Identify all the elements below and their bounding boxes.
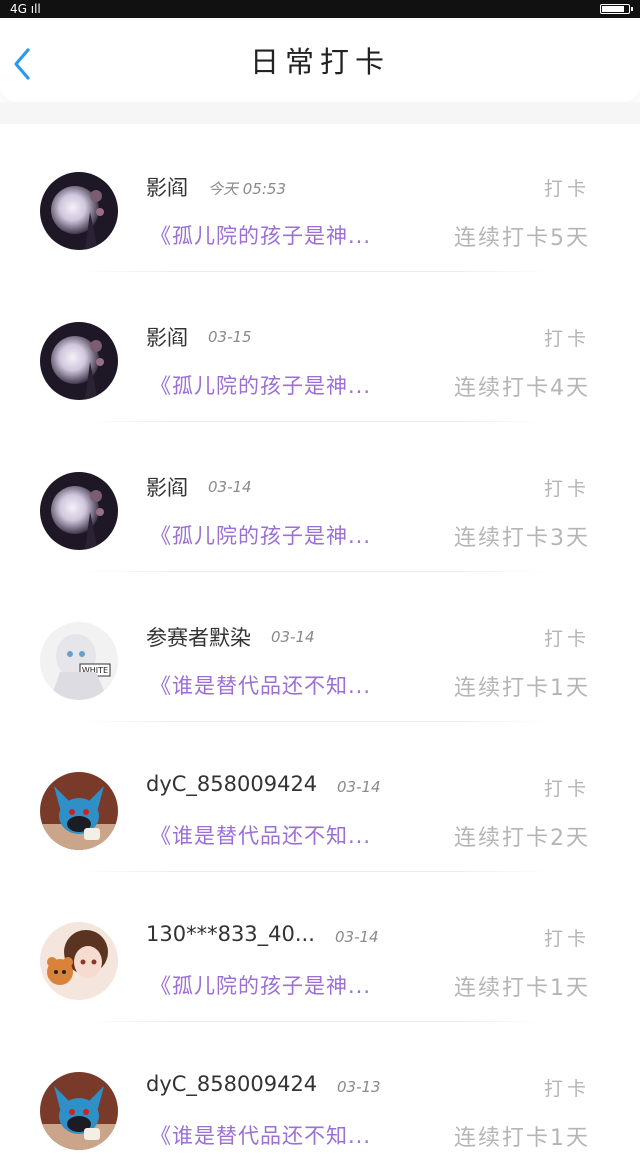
avatar[interactable]	[40, 922, 118, 1000]
avatar[interactable]	[40, 1072, 118, 1150]
checkin-action-button[interactable]: 打卡	[544, 774, 590, 801]
checkin-item[interactable]: 影阎 今天 05:53 打卡《孤儿院的孩子是神... 连续打卡5天	[0, 124, 640, 274]
checkin-time: 03-13	[337, 1078, 381, 1096]
book-title-link[interactable]: 《谁是替代品还不知...	[150, 670, 371, 700]
checkin-action-button[interactable]: 打卡	[544, 624, 590, 651]
divider	[80, 1021, 550, 1022]
avatar[interactable]	[40, 172, 118, 250]
checkin-action-button[interactable]: 打卡	[544, 174, 590, 201]
book-title-link[interactable]: 《孤儿院的孩子是神...	[150, 520, 371, 550]
streak-label: 连续打卡1天	[454, 676, 590, 701]
divider	[80, 871, 550, 872]
checkin-action-button[interactable]: 打卡	[544, 924, 590, 951]
chevron-left-icon	[14, 48, 30, 80]
back-button[interactable]	[8, 44, 36, 84]
divider	[80, 271, 550, 272]
streak-label: 连续打卡2天	[454, 826, 590, 851]
user-name[interactable]: 影阎	[146, 172, 188, 202]
divider	[80, 721, 550, 722]
signal-indicator: 4G ıll	[10, 2, 41, 16]
checkin-item[interactable]: 影阎 03-15 打卡《孤儿院的孩子是神... 连续打卡4天	[0, 274, 640, 424]
book-title-link[interactable]: 《孤儿院的孩子是神...	[150, 220, 371, 250]
checkin-item[interactable]: 影阎 03-14 打卡《孤儿院的孩子是神... 连续打卡3天	[0, 424, 640, 574]
streak-label: 连续打卡1天	[454, 1126, 590, 1151]
divider	[80, 421, 550, 422]
checkin-item[interactable]: dyC_858009424 03-13 打卡《谁是替代品还不知... 连续打卡1天	[0, 1024, 640, 1159]
avatar[interactable]	[40, 772, 118, 850]
checkin-action-button[interactable]: 打卡	[544, 1074, 590, 1101]
avatar[interactable]	[40, 322, 118, 400]
book-title-link[interactable]: 《孤儿院的孩子是神...	[150, 970, 371, 1000]
avatar[interactable]	[40, 472, 118, 550]
checkin-item[interactable]: dyC_858009424 03-14 打卡《谁是替代品还不知... 连续打卡2天	[0, 724, 640, 874]
user-name[interactable]: 参赛者默染	[146, 622, 251, 652]
checkin-action-button[interactable]: 打卡	[544, 324, 590, 351]
divider	[80, 571, 550, 572]
checkin-time: 03-14	[208, 478, 252, 496]
book-title-link[interactable]: 《谁是替代品还不知...	[150, 1120, 371, 1150]
avatar[interactable]: WHITE	[40, 622, 118, 700]
checkin-item[interactable]: WHITE 参赛者默染 03-14 打卡《谁是替代品还不知... 连续打卡1天	[0, 574, 640, 724]
user-name[interactable]: dyC_858009424	[146, 1072, 317, 1096]
streak-label: 连续打卡5天	[454, 226, 590, 251]
user-name[interactable]: 130***833_40...	[146, 922, 315, 946]
checkin-time: 今天 05:53	[208, 180, 286, 198]
checkin-list: 影阎 今天 05:53 打卡 《孤儿院的孩子是神... 连续打卡5天 影阎 03-15 打卡《…	[0, 124, 640, 1159]
header-separator	[0, 102, 640, 124]
battery-icon	[600, 4, 633, 14]
book-title-link[interactable]: 《孤儿院的孩子是神...	[150, 370, 371, 400]
top-bar: 日常打卡	[0, 18, 640, 102]
user-name[interactable]: 影阎	[146, 322, 188, 352]
checkin-item[interactable]: 130***833_40... 03-14 打卡《孤儿院的孩子是神... 连续打卡1天	[0, 874, 640, 1024]
checkin-time: 03-14	[335, 928, 379, 946]
checkin-time: 03-14	[271, 628, 315, 646]
book-title-link[interactable]: 《谁是替代品还不知...	[150, 820, 371, 850]
streak-label: 连续打卡3天	[454, 526, 590, 551]
checkin-time: 03-14	[337, 778, 381, 796]
checkin-action-button[interactable]: 打卡	[544, 474, 590, 501]
checkin-time: 03-15	[208, 328, 252, 346]
page-title: 日常打卡	[249, 45, 390, 79]
streak-label: 连续打卡1天	[454, 976, 590, 1001]
streak-label: 连续打卡4天	[454, 376, 590, 401]
user-name[interactable]: dyC_858009424	[146, 772, 317, 796]
user-name[interactable]: 影阎	[146, 472, 188, 502]
status-bar: 4G ıll	[0, 0, 640, 18]
